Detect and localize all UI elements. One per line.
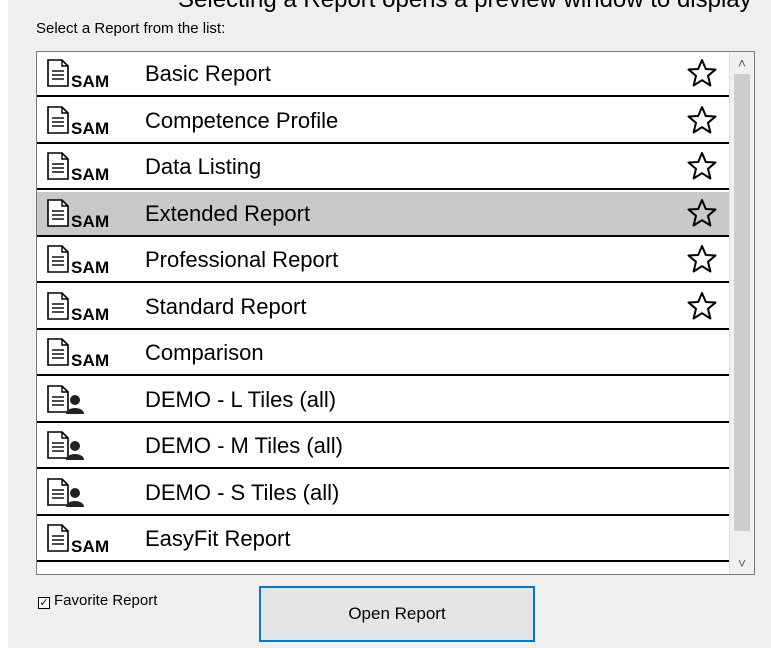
- report-panel: Selecting a Report opens a preview windo…: [8, 0, 771, 648]
- sam-tag: SAM: [71, 351, 110, 370]
- sam-tag: SAM: [71, 165, 110, 184]
- document-icon: [47, 245, 69, 273]
- sam-tag: SAM: [71, 118, 110, 138]
- report-name: DEMO - M Tiles (all): [145, 433, 343, 458]
- favorite-star-icon[interactable]: [687, 291, 717, 321]
- scroll-thumb[interactable]: [734, 74, 750, 531]
- checkbox-box[interactable]: ✓: [38, 597, 50, 609]
- scroll-down-arrow-icon[interactable]: ˅: [730, 554, 754, 572]
- person-icon: [65, 487, 85, 507]
- sam-tag: SAM: [71, 211, 110, 231]
- report-row[interactable]: SAM Professional Report: [37, 238, 730, 283]
- favorite-checkbox[interactable]: ✓ Favorite Report: [38, 592, 157, 609]
- report-row[interactable]: SAM Standard Report: [37, 284, 730, 330]
- report-name: Extended Report: [145, 200, 311, 226]
- report-name: DEMO - L Tiles (all): [145, 386, 337, 412]
- report-name: Competence Profile: [145, 107, 339, 133]
- person-icon: [65, 440, 85, 460]
- report-name: Comparison: [145, 340, 264, 365]
- report-name: EasyFit Report: [145, 526, 291, 551]
- document-icon: [47, 105, 69, 134]
- person-icon: [65, 394, 85, 414]
- report-name: Data Listing: [145, 154, 262, 179]
- favorite-star-icon[interactable]: [687, 58, 717, 88]
- report-row[interactable]: SAM Data Listing: [37, 145, 730, 190]
- report-row[interactable]: SAM Competence Profile: [37, 98, 730, 144]
- report-name: Standard Report: [145, 293, 307, 319]
- favorite-star-icon[interactable]: [687, 198, 717, 228]
- document-icon: [47, 198, 69, 227]
- favorite-label: Favorite Report: [54, 592, 158, 609]
- document-icon: [47, 291, 69, 320]
- report-row[interactable]: DEMO - S Tiles (all): [37, 470, 730, 516]
- document-icon: [47, 524, 69, 552]
- sam-tag: SAM: [71, 258, 110, 277]
- report-row[interactable]: SAM Basic Report: [37, 52, 730, 97]
- document-icon: [47, 59, 69, 87]
- report-row[interactable]: SAM Extended Report: [37, 191, 730, 237]
- document-icon: [47, 152, 69, 180]
- report-name: Professional Report: [145, 247, 339, 272]
- scroll-up-arrow-icon[interactable]: ˄: [730, 54, 754, 72]
- report-row[interactable]: DEMO - M Tiles (all): [37, 424, 730, 469]
- report-name: Basic Report: [145, 61, 271, 86]
- vertical-scrollbar[interactable]: ˄ ˅: [729, 52, 754, 574]
- favorite-star-icon[interactable]: [687, 151, 717, 181]
- sam-tag: SAM: [71, 537, 110, 556]
- list-prompt: Select a Report from the list:: [36, 20, 226, 37]
- document-icon: [47, 338, 69, 366]
- favorite-star-icon[interactable]: [687, 105, 717, 135]
- report-list[interactable]: SAM EasyFit Report DEMO - S Tiles (all) DEM…: [36, 51, 755, 575]
- sam-tag: SAM: [71, 304, 110, 324]
- sam-tag: SAM: [71, 72, 110, 91]
- favorite-star-icon[interactable]: [687, 244, 717, 274]
- truncated-heading-text: Selecting a Report opens a preview windo…: [178, 0, 752, 12]
- truncated-heading: Selecting a Report opens a preview windo…: [8, 0, 771, 12]
- report-row[interactable]: DEMO - L Tiles (all): [37, 377, 730, 423]
- open-report-button[interactable]: Open Report: [259, 586, 535, 642]
- report-row[interactable]: SAM EasyFit Report: [37, 517, 730, 562]
- report-row[interactable]: SAM Comparison: [37, 331, 730, 376]
- report-name: DEMO - S Tiles (all): [145, 479, 340, 505]
